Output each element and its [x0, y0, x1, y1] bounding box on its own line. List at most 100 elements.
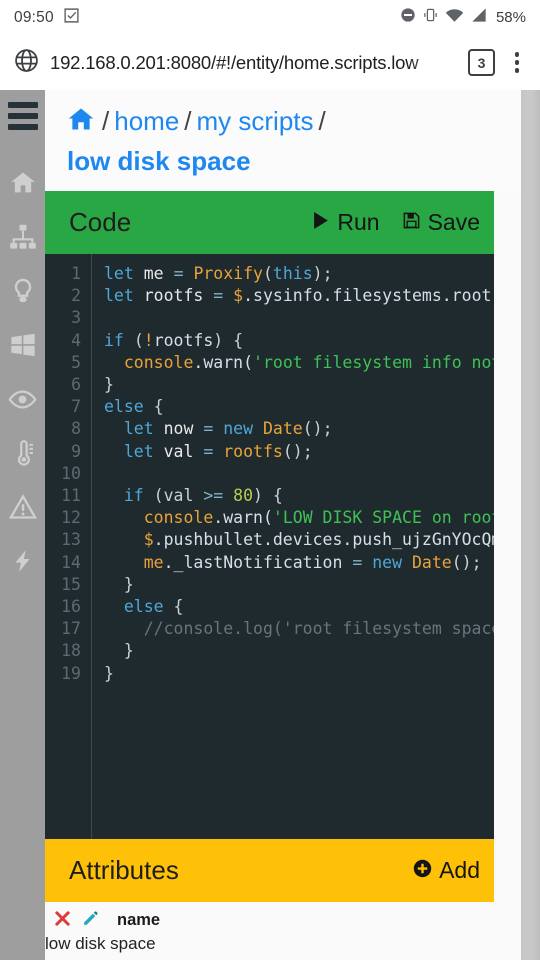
- sidebar-item-watch[interactable]: [0, 372, 45, 426]
- code-line: console.warn('LOW DISK SPACE on root fil…: [104, 507, 494, 529]
- attributes-panel-title: Attributes: [69, 855, 179, 885]
- code-token: }: [104, 663, 114, 683]
- pencil-icon[interactable]: [82, 910, 99, 932]
- wifi-icon: [445, 7, 464, 28]
- line-number: 7: [71, 397, 81, 417]
- main-content: / home / my scripts / low disk space Code Ru…: [45, 90, 540, 960]
- line-number: 9: [71, 441, 81, 461]
- breadcrumb-sep-1: /: [102, 106, 110, 136]
- breadcrumb-item-home[interactable]: home: [114, 106, 179, 136]
- globe-icon: [14, 48, 39, 78]
- tab-count-button[interactable]: 3: [468, 49, 495, 76]
- code-token: let: [104, 264, 144, 283]
- code-token: Date: [262, 419, 303, 439]
- code-token: 'root filesystem info not available': [253, 352, 494, 372]
- code-token: );: [312, 264, 333, 283]
- delete-x-icon[interactable]: [54, 910, 71, 932]
- check-box-icon: [63, 7, 80, 29]
- code-token: (val: [153, 486, 204, 506]
- code-token: $: [233, 286, 244, 306]
- code-token: new: [223, 419, 263, 439]
- status-bar-left: 09:50: [14, 7, 80, 29]
- code-token: Proxify: [193, 264, 263, 283]
- code-panel-actions: Run Save: [313, 209, 480, 236]
- code-token: ._lastNotification: [163, 552, 353, 572]
- attribute-row: name low disk space: [45, 908, 494, 958]
- line-number: 16: [61, 597, 81, 617]
- code-token: let: [104, 286, 144, 306]
- code-token: //console.log('root filesystem space OK'…: [143, 619, 494, 639]
- code-line: }: [104, 574, 494, 596]
- code-token: ) {: [213, 330, 244, 350]
- sitemap-icon: [9, 224, 36, 249]
- code-token: now: [163, 419, 204, 439]
- code-line: }: [104, 374, 494, 396]
- attributes-list: namelow disk spacepersistenttrue: [45, 902, 494, 960]
- attribute-value: low disk space: [45, 934, 156, 953]
- code-token: if: [104, 330, 134, 350]
- sidebar-item-home[interactable]: [0, 156, 45, 210]
- code-token: else: [104, 597, 174, 617]
- code-panel: Code Run Save 1 2 3 4 5 6 7 8 9 10 11 12…: [45, 191, 494, 839]
- code-token: ();: [302, 419, 333, 439]
- windows-icon: [10, 333, 35, 357]
- breadcrumb-home-icon[interactable]: [67, 105, 95, 144]
- sidebar-item-windows[interactable]: [0, 318, 45, 372]
- code-token: 'LOW DISK SPACE on root filesystem': [272, 508, 494, 528]
- line-number: 2: [71, 286, 81, 306]
- code-token: =: [203, 419, 224, 439]
- code-token: =: [213, 286, 234, 306]
- code-token: new: [372, 552, 412, 572]
- sidebar-item-alerts[interactable]: [0, 480, 45, 534]
- line-number: 5: [71, 352, 81, 372]
- sidebar-item-climate[interactable]: [0, 426, 45, 480]
- line-number: 10: [61, 463, 81, 483]
- code-line: console.warn('root filesystem info not a…: [104, 352, 494, 374]
- page-scroll-gutter[interactable]: [521, 90, 540, 960]
- status-bar-right: 58%: [400, 7, 526, 28]
- code-token: ) {: [253, 486, 283, 506]
- add-attribute-button[interactable]: Add: [413, 857, 480, 884]
- sidebar-item-network[interactable]: [0, 210, 45, 264]
- breadcrumb-sep-2: /: [184, 106, 192, 136]
- app-sidebar: [0, 90, 45, 960]
- sidebar-item-lights[interactable]: [0, 264, 45, 318]
- cellular-signal-icon: [471, 7, 487, 28]
- save-button[interactable]: Save: [402, 209, 480, 236]
- line-number: 18: [61, 641, 81, 661]
- code-token: !: [143, 330, 154, 350]
- code-line: me._lastNotification = new Date();: [104, 552, 494, 574]
- code-line: if (!rootfs) {: [104, 330, 494, 352]
- code-token: }: [104, 641, 134, 661]
- code-editor[interactable]: 1 2 3 4 5 6 7 8 9 10 11 12 13 14 15 16 17 18 19 let me = P…: [45, 254, 494, 839]
- code-token: $: [104, 530, 154, 550]
- code-token: {: [173, 597, 184, 617]
- line-number: 6: [71, 375, 81, 395]
- hamburger-menu-icon[interactable]: [7, 102, 38, 130]
- code-token: (: [262, 264, 273, 283]
- code-text-area[interactable]: let me = Proxify(this); let rootfs = $.sy…: [92, 254, 494, 839]
- code-line: $.pushbullet.devices.push_ujzGnYOcQmasjz…: [104, 529, 494, 551]
- browser-url-bar[interactable]: 192.168.0.201:8080/#!/entity/home.script…: [0, 35, 540, 90]
- run-button[interactable]: Run: [313, 209, 380, 236]
- eye-icon: [8, 389, 37, 409]
- lightning-bolt-icon: [14, 550, 29, 572]
- url-input[interactable]: 192.168.0.201:8080/#!/entity/home.script…: [50, 52, 457, 74]
- breadcrumb-sep-3: /: [318, 106, 326, 136]
- kebab-menu-icon[interactable]: [506, 52, 528, 73]
- play-icon: [313, 209, 330, 236]
- code-token: }: [104, 375, 114, 395]
- code-token: this: [272, 264, 313, 283]
- code-line: else {: [104, 596, 494, 618]
- home-icon: [10, 172, 35, 193]
- code-token: let: [104, 441, 164, 461]
- code-token: =: [173, 264, 194, 283]
- warning-triangle-icon: [8, 494, 37, 519]
- code-line: let rootfs = $.sysinfo.filesystems.root;: [104, 285, 494, 307]
- do-not-disturb-icon: [400, 7, 416, 28]
- breadcrumb-item-my-scripts[interactable]: my scripts: [197, 106, 314, 136]
- sidebar-item-power[interactable]: [0, 534, 45, 588]
- code-token: ();: [282, 441, 313, 461]
- code-token: val: [163, 441, 204, 461]
